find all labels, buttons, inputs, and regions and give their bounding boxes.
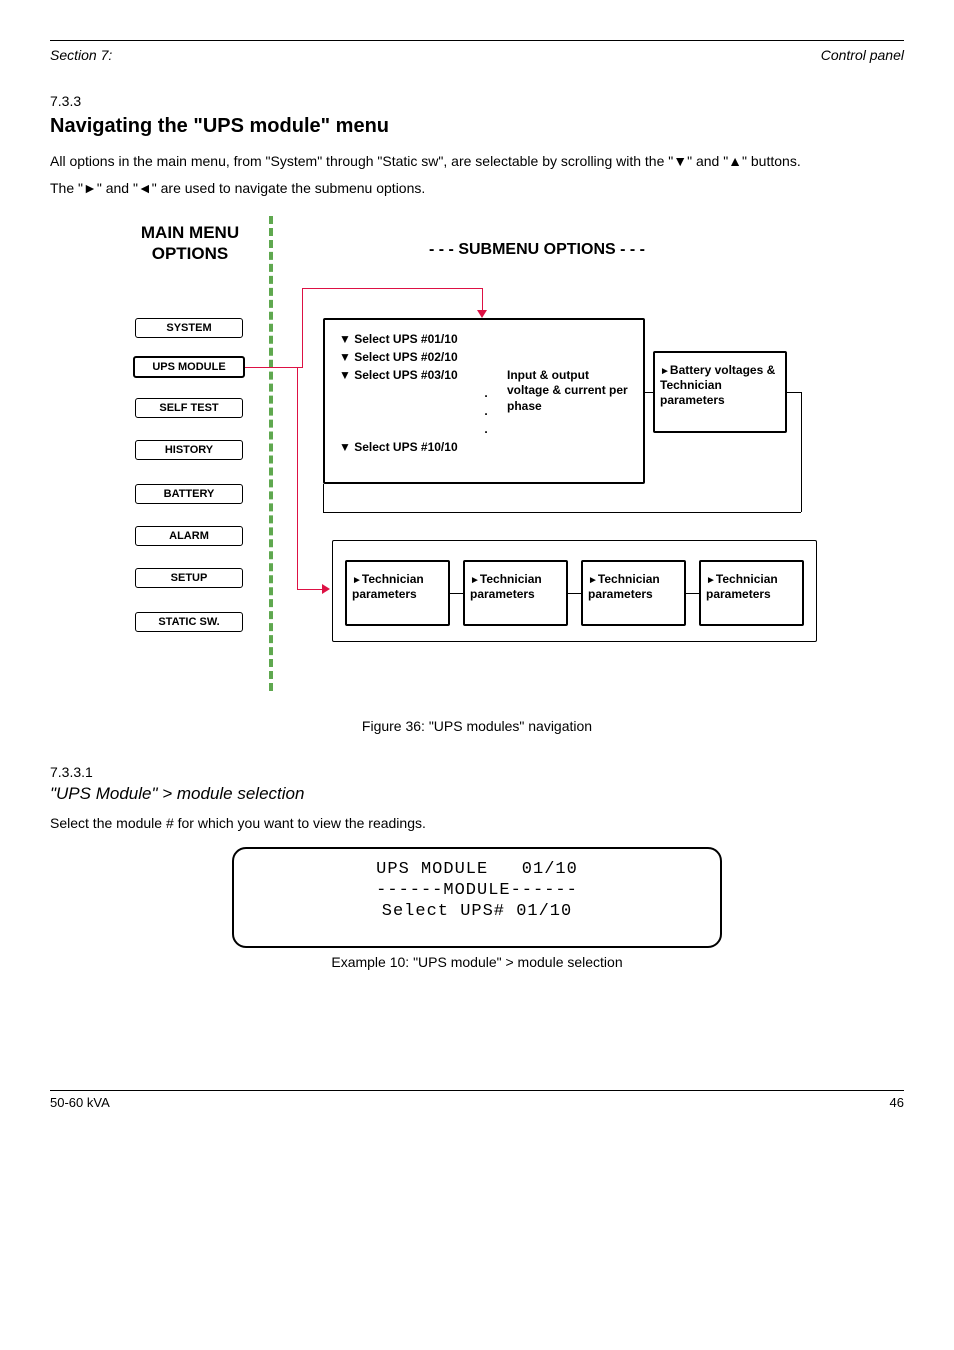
subsection-number: 7.3.3.1: [50, 764, 904, 780]
lcd-display: UPS MODULE 01/10 ------MODULE------ Sele…: [232, 847, 722, 948]
battery-box: ►Battery voltages & Technician parameter…: [653, 351, 787, 433]
right-triangle-icon: ►: [352, 575, 362, 586]
menu-ups-module: UPS MODULE: [133, 356, 245, 378]
right-triangle-icon: ►: [470, 575, 480, 586]
ups-select-box: ▼ Select UPS #01/10 ▼ Select UPS #02/10 …: [323, 318, 645, 484]
lcd-line-2: ------MODULE------: [234, 880, 720, 901]
right-triangle-icon: ►: [660, 366, 670, 377]
footer-page: 46: [890, 1095, 904, 1110]
up-triangle-icon: ▲: [728, 153, 742, 169]
paragraph-1: All options in the main menu, from "Syst…: [50, 152, 904, 171]
header-section: Section 7:: [50, 47, 112, 63]
paragraph-2: The "►" and "◄" are used to navigate the…: [50, 179, 904, 198]
tech-box-2: ►Technician parameters: [463, 560, 568, 626]
lcd-line-1: UPS MODULE 01/10: [234, 859, 720, 880]
tech-box-1: ►Technician parameters: [345, 560, 450, 626]
tech-box-3: ►Technician parameters: [581, 560, 686, 626]
subsection-text: Select the module # for which you want t…: [50, 814, 904, 833]
right-triangle-icon: ►: [588, 575, 598, 586]
right-triangle-icon: ►: [706, 575, 716, 586]
down-triangle-icon: ▼: [673, 153, 687, 169]
menu-system: SYSTEM: [135, 318, 243, 338]
menu-setup: SETUP: [135, 568, 243, 588]
footer-left: 50-60 kVA: [50, 1095, 110, 1110]
header-topic: Control panel: [821, 47, 904, 63]
figure-caption: Figure 36: "UPS modules" navigation: [50, 718, 904, 734]
ups-select-10: ▼ Select UPS #10/10: [339, 438, 633, 456]
menu-battery: BATTERY: [135, 484, 243, 504]
menu-history: HISTORY: [135, 440, 243, 460]
menu-diagram: MAIN MENU OPTIONS - - - SUBMENU OPTIONS …: [127, 208, 827, 698]
tech-box-4: ►Technician parameters: [699, 560, 804, 626]
lcd-line-3: Select UPS# 01/10: [234, 901, 720, 922]
right-triangle-icon: ►: [83, 180, 97, 196]
main-submenu-divider: [269, 216, 273, 691]
menu-self-test: SELF TEST: [135, 398, 243, 418]
ups-select-2: ▼ Select UPS #02/10: [339, 348, 633, 366]
main-menu-heading: MAIN MENU OPTIONS: [131, 222, 249, 265]
menu-alarm: ALARM: [135, 526, 243, 546]
section-title: Navigating the "UPS module" menu: [50, 115, 904, 138]
io-label: Input & output voltage & current per pha…: [507, 368, 632, 415]
section-number: 7.3.3: [50, 93, 904, 109]
left-triangle-icon: ◄: [138, 180, 152, 196]
submenu-heading: - - - SUBMENU OPTIONS - - -: [367, 240, 707, 260]
menu-static-sw: STATIC SW.: [135, 612, 243, 632]
ups-select-1: ▼ Select UPS #01/10: [339, 330, 633, 348]
subsection-title: "UPS Module" > module selection: [50, 784, 904, 804]
example-caption: Example 10: "UPS module" > module select…: [50, 954, 904, 970]
